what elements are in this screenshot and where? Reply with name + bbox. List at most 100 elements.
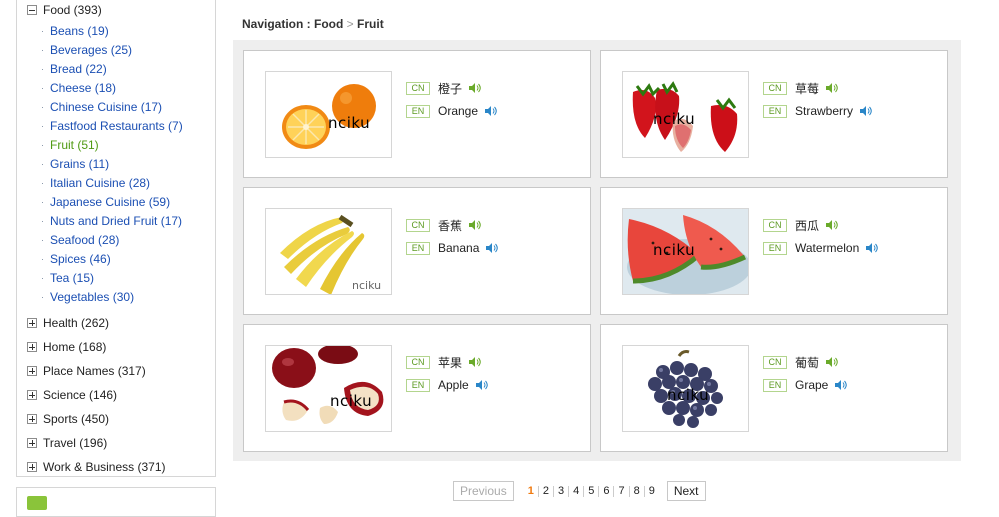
page-link-9[interactable]: 9 xyxy=(645,485,659,497)
speaker-icon[interactable] xyxy=(468,82,481,94)
banana-image[interactable]: nciku xyxy=(265,208,392,295)
plus-box-icon[interactable] xyxy=(27,462,37,472)
breadcrumb-separator: > xyxy=(343,17,358,31)
subcategory-link[interactable]: Bread (22) xyxy=(50,60,107,79)
subcategory-cheese[interactable]: · Cheese (18) xyxy=(41,79,183,98)
subcategory-beverages[interactable]: · Beverages (25) xyxy=(41,41,183,60)
speaker-icon[interactable] xyxy=(468,356,481,368)
strawberry-image[interactable]: nciku xyxy=(622,71,749,158)
subcategory-link[interactable]: Beans (19) xyxy=(50,22,109,41)
category-label[interactable]: Home (168) xyxy=(43,340,106,354)
category-label[interactable]: Science (146) xyxy=(43,388,117,402)
page-link-8[interactable]: 8 xyxy=(630,485,645,497)
category-home[interactable]: Home (168) xyxy=(27,338,106,356)
subcategory-link[interactable]: Vegetables (30) xyxy=(50,288,134,307)
en-word[interactable]: Strawberry xyxy=(795,104,853,118)
subcategory-nuts-and-dried-fruit[interactable]: · Nuts and Dried Fruit (17) xyxy=(41,212,183,231)
subcategory-vegetables[interactable]: · Vegetables (30) xyxy=(41,288,183,307)
subcategory-grains[interactable]: · Grains (11) xyxy=(41,155,183,174)
subcategory-link[interactable]: Beverages (25) xyxy=(50,41,132,60)
category-work-and-business[interactable]: Work & Business (371) xyxy=(27,458,166,476)
orange-image[interactable]: nciku xyxy=(265,71,392,158)
word-card-orange[interactable]: nciku CN 橙子 EN Orange xyxy=(243,50,591,178)
category-label[interactable]: Place Names (317) xyxy=(43,364,146,378)
subcategory-link[interactable]: Chinese Cuisine (17) xyxy=(50,98,162,117)
category-travel[interactable]: Travel (196) xyxy=(27,434,107,452)
word-card-banana[interactable]: nciku CN 香蕉 EN Banana xyxy=(243,187,591,315)
cn-word: 草莓 xyxy=(795,81,820,96)
subcategory-italian-cuisine[interactable]: · Italian Cuisine (28) xyxy=(41,174,183,193)
speaker-icon[interactable] xyxy=(468,219,481,231)
speaker-icon[interactable] xyxy=(485,242,499,254)
subcategory-link-active[interactable]: Fruit (51) xyxy=(50,136,99,155)
plus-box-icon[interactable] xyxy=(27,366,37,376)
subcategory-tea[interactable]: · Tea (15) xyxy=(41,269,183,288)
speaker-icon[interactable] xyxy=(834,379,848,391)
category-place-names[interactable]: Place Names (317) xyxy=(27,362,146,380)
plus-box-icon[interactable] xyxy=(27,390,37,400)
category-label[interactable]: Travel (196) xyxy=(43,436,107,450)
speaker-icon[interactable] xyxy=(825,82,838,94)
speaker-icon[interactable] xyxy=(475,379,488,391)
subcategory-link[interactable]: Grains (11) xyxy=(50,155,109,174)
page-link-2[interactable]: 2 xyxy=(539,485,554,497)
subcategory-chinese-cuisine[interactable]: · Chinese Cuisine (17) xyxy=(41,98,183,117)
cn-tag: CN xyxy=(406,355,430,369)
category-label[interactable]: Health (262) xyxy=(43,316,109,330)
page-link-7[interactable]: 7 xyxy=(614,485,630,497)
subcategory-link[interactable]: Japanese Cuisine (59) xyxy=(50,193,170,212)
plus-box-icon[interactable] xyxy=(27,342,37,352)
en-word[interactable]: Watermelon xyxy=(795,241,859,255)
speaker-icon[interactable] xyxy=(859,105,872,117)
speaker-icon[interactable] xyxy=(825,219,838,231)
word-card-strawberry[interactable]: nciku CN 草莓 EN Strawberry xyxy=(600,50,948,178)
en-word[interactable]: Orange xyxy=(438,104,478,118)
subcategory-link[interactable]: Fastfood Restaurants (7) xyxy=(50,117,183,136)
plus-box-icon[interactable] xyxy=(27,438,37,448)
category-label[interactable]: Food (393) xyxy=(43,3,102,17)
subcategory-bread[interactable]: · Bread (22) xyxy=(41,60,183,79)
category-sports[interactable]: Sports (450) xyxy=(27,410,109,428)
breadcrumb: Navigation : Food > Fruit xyxy=(242,17,384,31)
speaker-icon[interactable] xyxy=(484,105,497,117)
en-word[interactable]: Grape xyxy=(795,378,828,392)
page-link-1[interactable]: 1 xyxy=(524,485,539,497)
category-label[interactable]: Work & Business (371) xyxy=(43,460,166,474)
subcategory-link[interactable]: Cheese (18) xyxy=(50,79,116,98)
subcategory-link[interactable]: Tea (15) xyxy=(50,269,94,288)
category-food[interactable]: Food (393) xyxy=(27,1,102,19)
speaker-icon[interactable] xyxy=(825,356,838,368)
speaker-icon[interactable] xyxy=(865,242,878,254)
minus-box-icon[interactable] xyxy=(27,5,37,15)
subcategory-link[interactable]: Spices (46) xyxy=(50,250,111,269)
watermelon-image[interactable]: nciku xyxy=(622,208,749,295)
subcategory-japanese-cuisine[interactable]: · Japanese Cuisine (59) xyxy=(41,193,183,212)
grape-image[interactable]: nciku xyxy=(622,345,749,432)
page-link-3[interactable]: 3 xyxy=(554,485,570,497)
plus-box-icon[interactable] xyxy=(27,414,37,424)
subcategory-beans[interactable]: · Beans (19) xyxy=(41,22,183,41)
subcategory-link[interactable]: Seafood (28) xyxy=(50,231,119,250)
word-card-watermelon[interactable]: nciku CN 西瓜 EN Watermelon xyxy=(600,187,948,315)
page-link-5[interactable]: 5 xyxy=(584,485,600,497)
word-card-apple[interactable]: nciku CN 苹果 EN Apple xyxy=(243,324,591,452)
next-button[interactable]: Next xyxy=(666,481,706,501)
page-link-4[interactable]: 4 xyxy=(569,485,585,497)
category-health[interactable]: Health (262) xyxy=(27,314,109,332)
subcategory-fastfood-restaurants[interactable]: · Fastfood Restaurants (7) xyxy=(41,117,183,136)
en-word[interactable]: Apple xyxy=(438,378,469,392)
subcategory-seafood[interactable]: · Seafood (28) xyxy=(41,231,183,250)
word-card-grape[interactable]: nciku CN 葡萄 EN Grape xyxy=(600,324,948,452)
subcategory-link[interactable]: Nuts and Dried Fruit (17) xyxy=(50,212,182,231)
en-word[interactable]: Banana xyxy=(438,241,479,255)
page-link-6[interactable]: 6 xyxy=(599,485,615,497)
plus-box-icon[interactable] xyxy=(27,318,37,328)
subcategory-spices[interactable]: · Spices (46) xyxy=(41,250,183,269)
subcategory-link[interactable]: Italian Cuisine (28) xyxy=(50,174,150,193)
apple-image[interactable]: nciku xyxy=(265,345,392,432)
previous-button[interactable]: Previous xyxy=(453,481,514,501)
category-science[interactable]: Science (146) xyxy=(27,386,117,404)
subcategory-fruit[interactable]: · Fruit (51) xyxy=(41,136,183,155)
category-label[interactable]: Sports (450) xyxy=(43,412,109,426)
breadcrumb-parent[interactable]: Food xyxy=(314,17,343,31)
